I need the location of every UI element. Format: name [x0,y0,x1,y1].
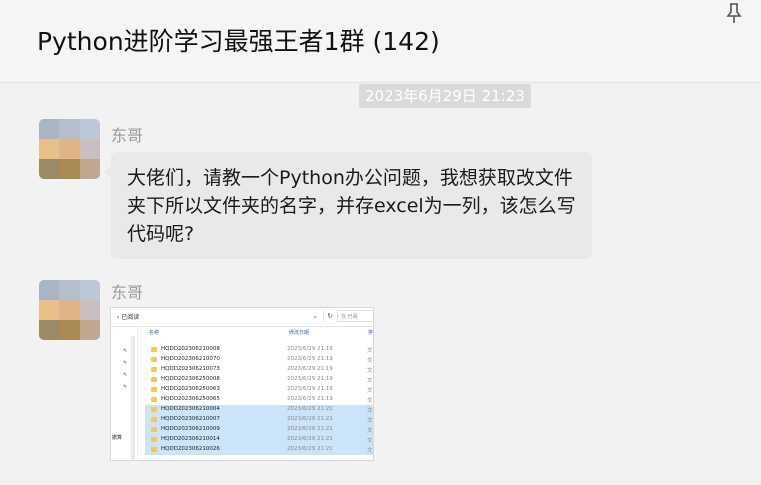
file-type: 文 [367,438,373,444]
file-row: HQDD202306210014 2023/6/29 21:21 文 [145,435,373,445]
folder-icon [151,447,157,452]
folder-icon [151,407,157,412]
pin-icon: ✎ [123,360,128,366]
file-row: HQDD202306250065 2023/6/29 21:19 文 [145,395,373,405]
file-type: 文 [367,378,373,384]
file-name: HQDD202306210009 [161,426,220,432]
file-name: HQDD202306210026 [161,446,220,452]
file-date: 2023/6/29 21:21 [287,406,333,412]
avatar-cell [59,280,80,300]
avatar-cell [79,139,100,159]
file-row: HQDD202306250063 2023/6/29 21:19 文 [145,385,373,395]
file-date: 2023/6/29 21:19 [287,386,333,392]
avatar-cell [39,159,60,179]
file-row: HQDD202306210008 2023/6/29 21:19 文 [145,345,373,355]
pin-icon: ✎ [123,384,128,390]
file-date: 2023/6/29 21:19 [287,346,333,352]
avatar-cell [39,139,60,159]
file-type: 文 [367,418,373,424]
file-name: HQDD202306250063 [161,386,220,392]
file-date: 2023/6/29 21:19 [287,396,333,402]
nav-scrollbar [131,336,135,460]
avatar-cell [59,300,80,320]
avatar[interactable] [39,280,100,340]
sender-name: 东哥 [111,283,144,302]
message-bubble: 大佬们，请教一个Python办公问题，我想获取改文件夹下所以文件夹的名字，并存e… [104,152,592,259]
file-date: 2023/6/29 21:21 [287,446,333,452]
avatar-cell [39,300,60,320]
chevron-down-icon: ⌄ [312,312,318,320]
file-row: HQDD202306210009 2023/6/29 21:21 文 [145,425,373,435]
folder-icon [151,417,157,422]
file-name: HQDD202306210008 [161,346,220,352]
file-date: 2023/6/29 21:21 [287,416,333,422]
avatar-cell [39,119,60,139]
pin-icon[interactable] [725,2,743,24]
avatar-cell [79,159,100,179]
folder-icon [151,367,157,372]
folder-icon [151,397,157,402]
file-type: 文 [367,358,373,364]
folder-icon [151,357,157,362]
avatar-cell [79,300,100,320]
sender-name: 东哥 [111,126,144,145]
folder-icon [151,437,157,442]
column-name: 名称 [149,330,160,336]
file-row: HQDD202306210070 2023/6/29 21:19 文 [145,355,373,365]
file-name: HQDD202306210073 [161,366,220,372]
file-date: 2023/6/29 21:21 [287,426,333,432]
avatar-cell [39,320,60,340]
nav-item-label: 撤算 [112,435,123,441]
avatar-cell [79,119,100,139]
column-date: 修改日期 [289,330,310,336]
pin-icon: ✎ [123,372,128,378]
file-name: HQDD202306210007 [161,416,220,422]
explorer-path: ‹ 已阅读 [117,314,140,321]
file-date: 2023/6/29 21:19 [287,366,333,372]
file-row: HQDD202306210004 2023/6/29 21:21 文 [145,405,373,415]
folder-icon [151,427,157,432]
chat-title: Python进阶学习最强王者1群 (142) [37,27,440,56]
file-date: 2023/6/29 21:19 [287,376,333,382]
folder-icon [151,377,157,382]
refresh-icon: ↻ [323,310,336,322]
file-type: 文 [367,398,373,404]
chat-header: Python进阶学习最强王者1群 (142) [0,0,761,83]
avatar-cell [59,139,80,159]
column-type: 类 [368,330,374,336]
avatar-cell [39,280,60,300]
avatar-cell [59,119,80,139]
explorer-column-headers: 名称 修改日期 类 [147,329,374,339]
file-name: HQDD202306210014 [161,436,220,442]
file-row: HQDD202306210007 2023/6/29 21:21 文 [145,415,373,425]
file-type: 文 [367,348,373,354]
avatar-cell [59,159,80,179]
file-type: 文 [367,428,373,434]
timestamp: 2023年6月29日 21:23 [359,84,531,108]
file-date: 2023/6/29 21:19 [287,356,333,362]
explorer-search: 在 已阅 [337,310,373,322]
file-name: HQDD202306210004 [161,406,220,412]
folder-icon [151,387,157,392]
file-name: HQDD202306250065 [161,396,220,402]
avatar-cell [79,280,100,300]
avatar[interactable] [39,119,100,179]
pin-icon: ✎ [123,348,128,354]
file-row: HQDD202306250008 2023/6/29 21:19 文 [145,375,373,385]
message-image[interactable]: ‹ 已阅读 ⌄ ↻ 在 已阅 ✎ ✎ ✎ ✎ 撤算 名称 修改日期 类 HQDD… [110,307,374,461]
explorer-address-bar: ‹ 已阅读 ⌄ ↻ 在 已阅 [111,308,373,327]
file-name: HQDD202306250008 [161,376,220,382]
file-date: 2023/6/29 21:21 [287,436,333,442]
file-type: 文 [367,388,373,394]
file-type: 文 [367,408,373,414]
file-row: HQDD202306210073 2023/6/29 21:19 文 [145,365,373,375]
file-row: HQDD202306210026 2023/6/29 21:21 文 [145,445,373,455]
avatar-cell [59,320,80,340]
avatar-cell [79,320,100,340]
folder-icon [151,347,157,352]
file-name: HQDD202306210070 [161,356,220,362]
file-type: 文 [367,448,373,454]
file-type: 文 [367,368,373,374]
explorer-nav-pane: ✎ ✎ ✎ ✎ 撤算 [111,326,138,460]
